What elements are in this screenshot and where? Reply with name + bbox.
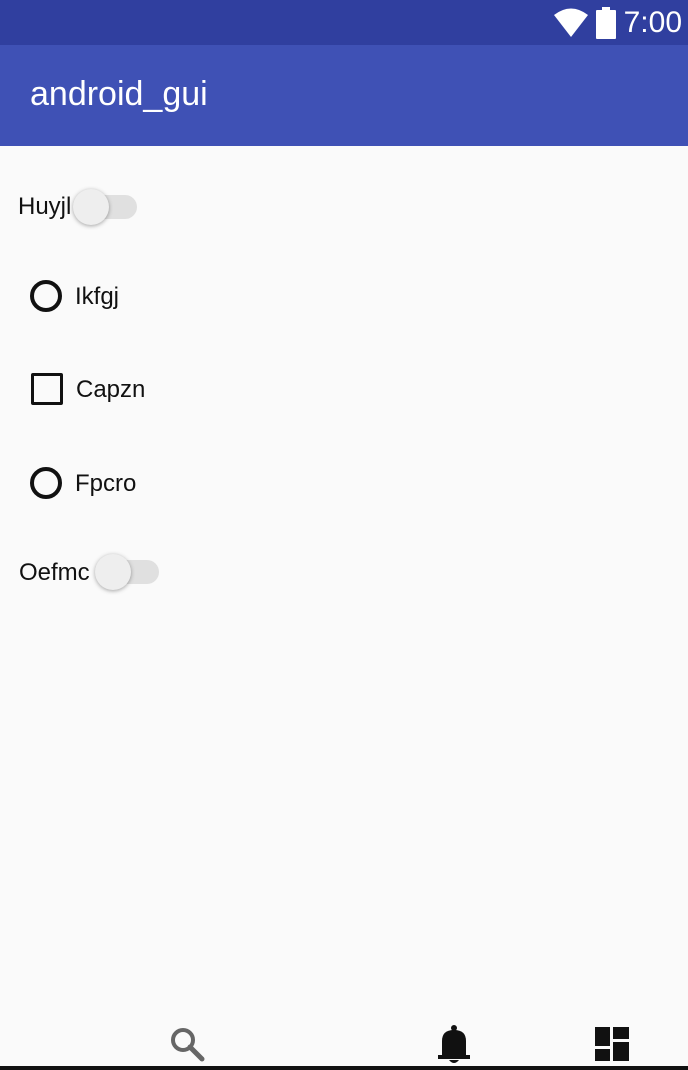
wifi-icon xyxy=(553,8,588,37)
switch-label: Huyjl xyxy=(18,193,72,220)
search-icon[interactable] xyxy=(169,1026,205,1062)
radio-label: Fpcro xyxy=(75,470,137,497)
radio-button[interactable] xyxy=(30,467,62,499)
bottom-divider xyxy=(0,1066,688,1070)
switch-thumb[interactable] xyxy=(95,554,131,590)
checkbox[interactable] xyxy=(31,373,63,405)
status-time: 7:00 xyxy=(623,5,682,39)
bell-icon[interactable] xyxy=(437,1024,471,1064)
battery-icon xyxy=(595,6,616,39)
radio-button[interactable] xyxy=(30,280,62,312)
switch-thumb[interactable] xyxy=(73,189,109,225)
checkbox-label: Capzn xyxy=(76,376,146,403)
dashboard-icon[interactable] xyxy=(595,1027,629,1061)
status-bar: 7:00 xyxy=(0,0,688,45)
status-icons: 7:00 xyxy=(553,0,682,45)
app-bar: android_gui xyxy=(0,45,688,146)
app-title: android_gui xyxy=(30,75,208,113)
switch-label: Oefmc xyxy=(19,559,90,586)
radio-label: Ikfgj xyxy=(75,283,120,310)
